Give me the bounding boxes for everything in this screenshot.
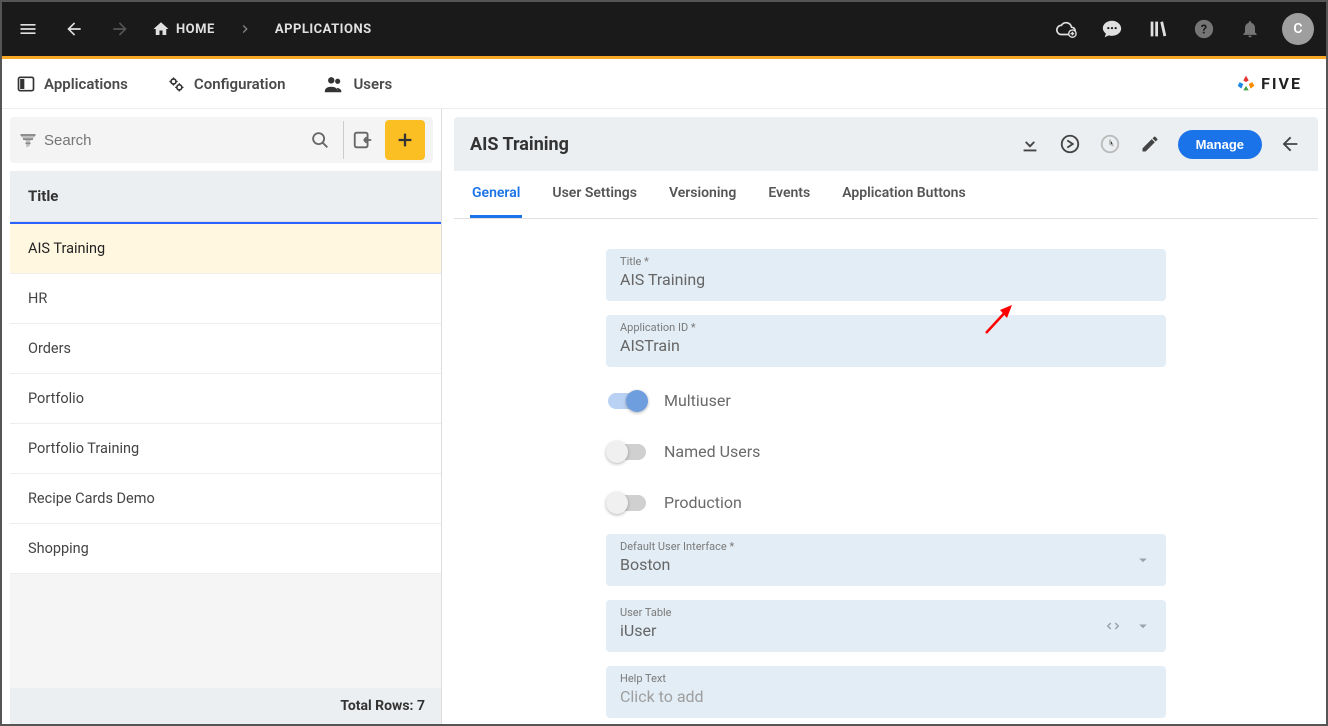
deploy-icon[interactable] <box>1058 132 1082 156</box>
secnav-users-label: Users <box>353 75 392 93</box>
home-icon <box>152 20 170 38</box>
main: Title AIS Training HR Orders Portfolio P… <box>2 109 1326 724</box>
avatar-initial: C <box>1293 21 1302 37</box>
field-title[interactable]: Title * AIS Training <box>606 249 1166 301</box>
toggle-production-row: Production <box>606 483 1166 534</box>
toggle-multiuser-row: Multiuser <box>606 381 1166 432</box>
logo-icon <box>1235 73 1257 95</box>
users-icon <box>323 73 345 95</box>
secnav-applications[interactable]: Applications <box>16 74 128 94</box>
toggle-named-users-label: Named Users <box>664 442 760 461</box>
list-item[interactable]: Shopping <box>10 524 441 574</box>
app-list: AIS Training HR Orders Portfolio Portfol… <box>10 222 441 688</box>
search-input[interactable] <box>38 132 301 149</box>
searchbar <box>10 117 433 163</box>
secnav-configuration[interactable]: Configuration <box>166 74 286 94</box>
search-icon[interactable] <box>301 121 339 159</box>
toggle-production-label: Production <box>664 493 742 512</box>
help-icon[interactable]: ? <box>1190 15 1218 43</box>
sidebar: Title AIS Training HR Orders Portfolio P… <box>2 109 442 724</box>
import-icon[interactable] <box>343 121 381 159</box>
menu-icon[interactable] <box>14 15 42 43</box>
breadcrumb-sep <box>237 21 253 37</box>
footer-count: 7 <box>417 698 425 714</box>
avatar[interactable]: C <box>1282 13 1314 45</box>
library-icon[interactable] <box>1144 15 1172 43</box>
list-item[interactable]: AIS Training <box>10 222 441 274</box>
add-button[interactable] <box>385 120 425 160</box>
chevron-down-icon[interactable] <box>1134 551 1152 569</box>
list-item[interactable]: Recipe Cards Demo <box>10 474 441 524</box>
field-help-text-placeholder: Click to add <box>620 687 704 706</box>
topbar: HOME APPLICATIONS ? C <box>2 2 1326 56</box>
history-icon[interactable] <box>1098 132 1122 156</box>
edit-icon[interactable] <box>1138 132 1162 156</box>
field-user-table[interactable]: User Table iUser <box>606 600 1166 652</box>
toggle-named-users[interactable] <box>608 444 646 460</box>
list-item[interactable]: Orders <box>10 324 441 374</box>
code-icon[interactable] <box>1104 617 1122 635</box>
nav-back-icon[interactable] <box>60 15 88 43</box>
toggle-multiuser-label: Multiuser <box>664 391 731 410</box>
field-default-ui-value: Boston <box>620 555 670 574</box>
secnav-users[interactable]: Users <box>323 73 392 95</box>
secnav: Applications Configuration Users FIVE <box>2 59 1326 109</box>
field-app-id-label: Application ID * <box>620 321 1152 334</box>
field-title-value: AIS Training <box>620 270 705 289</box>
toggle-multiuser[interactable] <box>608 393 646 409</box>
back-arrow-icon[interactable] <box>1278 132 1302 156</box>
field-help-text-label: Help Text <box>620 672 1152 685</box>
field-app-id-value: AISTrain <box>620 336 680 355</box>
field-default-ui-label: Default User Interface * <box>620 540 1152 553</box>
tab-general[interactable]: General <box>470 171 522 218</box>
download-icon[interactable] <box>1018 132 1042 156</box>
logo: FIVE <box>1235 73 1312 95</box>
list-item[interactable]: HR <box>10 274 441 324</box>
tab-user-settings[interactable]: User Settings <box>550 171 639 218</box>
tab-versioning[interactable]: Versioning <box>667 171 738 218</box>
breadcrumb-applications-label: APPLICATIONS <box>275 22 372 37</box>
chevron-down-icon[interactable] <box>1134 617 1152 635</box>
chat-icon[interactable] <box>1098 15 1126 43</box>
nav-forward-icon <box>106 15 134 43</box>
footer-label: Total Rows: <box>340 698 413 714</box>
list-footer: Total Rows: 7 <box>10 688 441 724</box>
logo-text: FIVE <box>1261 74 1302 93</box>
breadcrumb-applications[interactable]: APPLICATIONS <box>275 22 372 37</box>
breadcrumb-home[interactable]: HOME <box>152 20 215 38</box>
tab-application-buttons[interactable]: Application Buttons <box>840 171 967 218</box>
field-app-id[interactable]: Application ID * AISTrain <box>606 315 1166 367</box>
detail-pane: AIS Training Manage <box>442 109 1326 724</box>
detail-header: AIS Training Manage <box>454 117 1318 171</box>
list-item[interactable]: Portfolio Training <box>10 424 441 474</box>
manage-button[interactable]: Manage <box>1178 130 1262 159</box>
cloud-icon[interactable] <box>1052 15 1080 43</box>
field-help-text[interactable]: Help Text Click to add <box>606 666 1166 718</box>
field-user-table-value: iUser <box>620 621 656 640</box>
toggle-named-users-row: Named Users <box>606 432 1166 483</box>
field-default-ui[interactable]: Default User Interface * Boston <box>606 534 1166 586</box>
list-item[interactable]: Portfolio <box>10 374 441 424</box>
tab-events[interactable]: Events <box>766 171 812 218</box>
gears-icon <box>166 74 186 94</box>
toggle-production[interactable] <box>608 495 646 511</box>
column-header-title[interactable]: Title <box>10 171 441 222</box>
filter-icon[interactable] <box>18 130 38 150</box>
breadcrumb-home-label: HOME <box>176 22 215 37</box>
secnav-applications-label: Applications <box>44 75 128 93</box>
detail-title: AIS Training <box>470 134 569 155</box>
svg-text:?: ? <box>1201 23 1207 38</box>
field-user-table-label: User Table <box>620 606 1152 619</box>
bell-icon[interactable] <box>1236 15 1264 43</box>
field-title-label: Title * <box>620 255 1152 268</box>
panel-icon <box>16 74 36 94</box>
secnav-configuration-label: Configuration <box>194 75 286 93</box>
form-scroll[interactable]: Title * AIS Training Application ID * AI… <box>454 219 1318 724</box>
tabs: General User Settings Versioning Events … <box>454 171 1318 219</box>
